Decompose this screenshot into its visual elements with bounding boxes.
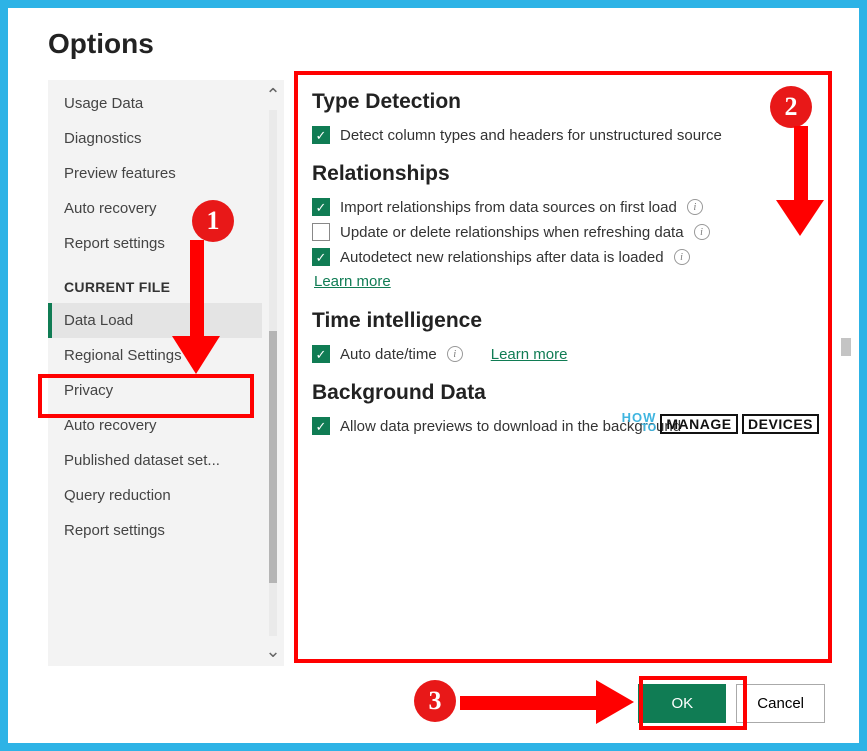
sidebar-item-preview-features[interactable]: Preview features	[48, 156, 262, 191]
option-update-delete-relationships[interactable]: Update or delete relationships when refr…	[312, 223, 825, 241]
info-icon[interactable]: i	[447, 346, 463, 362]
learn-more-link[interactable]: Learn more	[491, 346, 568, 363]
option-import-relationships[interactable]: ✓ Import relationships from data sources…	[312, 198, 825, 216]
sidebar-section-current-file: CURRENT FILE	[48, 261, 262, 303]
scroll-thumb[interactable]	[269, 331, 277, 583]
option-label: Auto date/time	[340, 346, 437, 363]
learn-more-link[interactable]: Learn more	[314, 273, 391, 290]
sidebar-item-regional-settings[interactable]: Regional Settings	[48, 338, 262, 373]
sidebar-item-report-settings[interactable]: Report settings	[48, 226, 262, 261]
option-label: Import relationships from data sources o…	[340, 199, 677, 216]
option-detect-column-types[interactable]: ✓ Detect column types and headers for un…	[312, 126, 825, 144]
checkbox-icon[interactable]: ✓	[312, 417, 330, 435]
checkbox-icon[interactable]: ✓	[312, 248, 330, 266]
content-area: Usage Data Diagnostics Preview features …	[48, 80, 829, 666]
chevron-up-icon[interactable]: ⌃	[265, 86, 280, 104]
sidebar-item-auto-recovery[interactable]: Auto recovery	[48, 191, 262, 226]
option-auto-date-time[interactable]: ✓ Auto date/time i Learn more	[312, 345, 825, 363]
sidebar-item-usage-data[interactable]: Usage Data	[48, 86, 262, 121]
main-scrollbar-thumb[interactable]	[841, 338, 851, 356]
option-background-download[interactable]: ✓ Allow data previews to download in the…	[312, 417, 825, 435]
option-label: Detect column types and headers for unst…	[340, 127, 722, 144]
checkbox-icon[interactable]	[312, 223, 330, 241]
sidebar-item-published-dataset[interactable]: Published dataset set...	[48, 443, 262, 478]
section-time-intelligence: Time intelligence	[312, 309, 825, 333]
info-icon[interactable]: i	[694, 224, 710, 240]
scroll-track[interactable]	[269, 110, 277, 636]
sidebar-list: Usage Data Diagnostics Preview features …	[48, 80, 262, 666]
sidebar-scrollbar[interactable]: ⌃ ⌄	[262, 80, 284, 666]
section-type-detection: Type Detection	[312, 90, 825, 114]
sidebar: Usage Data Diagnostics Preview features …	[48, 80, 284, 666]
section-relationships: Relationships	[312, 162, 825, 186]
info-icon[interactable]: i	[687, 199, 703, 215]
options-dialog: Options Usage Data Diagnostics Preview f…	[8, 8, 859, 743]
sidebar-item-diagnostics[interactable]: Diagnostics	[48, 121, 262, 156]
sidebar-item-query-reduction[interactable]: Query reduction	[48, 478, 262, 513]
option-label: Allow data previews to download in the b…	[340, 418, 681, 435]
section-background-data: Background Data	[312, 381, 825, 405]
checkbox-icon[interactable]: ✓	[312, 126, 330, 144]
info-icon[interactable]: i	[674, 249, 690, 265]
option-label: Autodetect new relationships after data …	[340, 249, 664, 266]
sidebar-item-data-load[interactable]: Data Load	[48, 303, 262, 338]
dialog-title: Options	[48, 28, 829, 60]
dialog-buttons: OK Cancel	[48, 684, 829, 723]
sidebar-item-privacy[interactable]: Privacy	[48, 373, 262, 408]
chevron-down-icon[interactable]: ⌄	[265, 642, 280, 660]
main-scrollbar[interactable]	[841, 116, 851, 656]
ok-button[interactable]: OK	[638, 684, 726, 723]
option-label: Update or delete relationships when refr…	[340, 224, 684, 241]
option-autodetect-relationships[interactable]: ✓ Autodetect new relationships after dat…	[312, 248, 825, 266]
checkbox-icon[interactable]: ✓	[312, 345, 330, 363]
main-panel: Type Detection ✓ Detect column types and…	[312, 80, 829, 666]
cancel-button[interactable]: Cancel	[736, 684, 825, 723]
sidebar-item-report-settings-file[interactable]: Report settings	[48, 513, 262, 548]
sidebar-item-auto-recovery-file[interactable]: Auto recovery	[48, 408, 262, 443]
checkbox-icon[interactable]: ✓	[312, 198, 330, 216]
